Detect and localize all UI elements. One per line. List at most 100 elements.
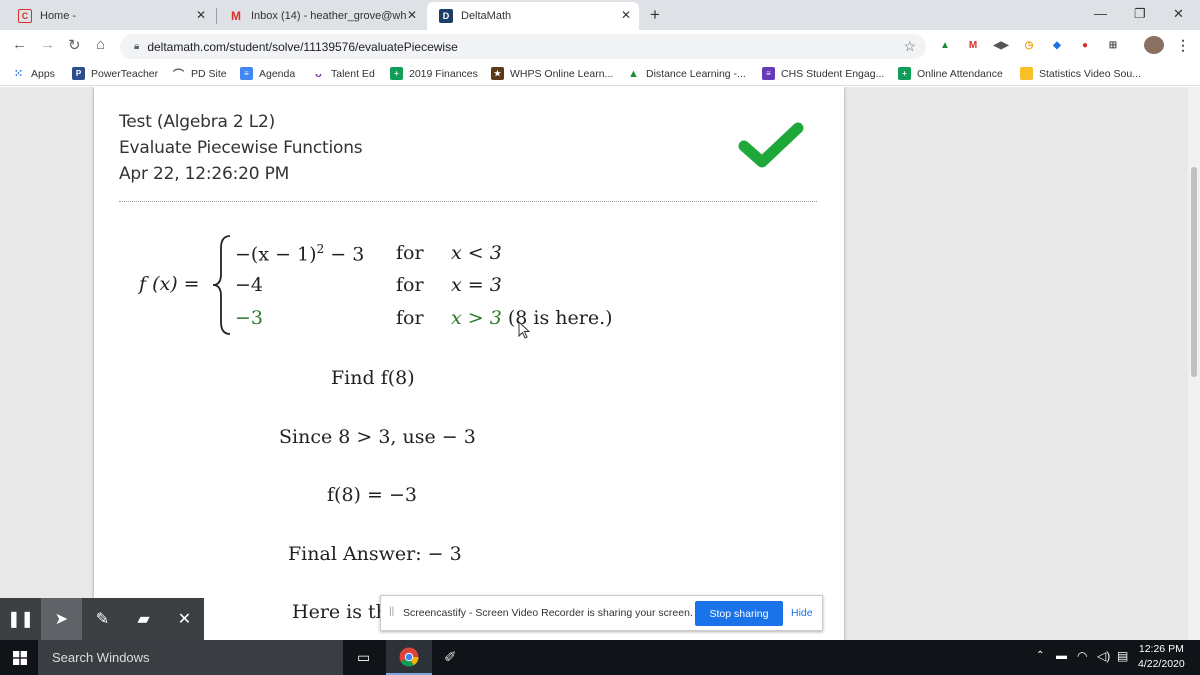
case-3-expression: −3 (235, 307, 264, 329)
page-scrollbar[interactable] (1188, 87, 1200, 640)
whps-icon: ★ (491, 67, 504, 80)
final-answer: Final Answer: − 3 (288, 543, 462, 565)
timestamp: Apr 22, 12:26:20 PM (119, 164, 290, 184)
close-icon[interactable]: ✕ (164, 598, 205, 640)
case-3-for: for (396, 307, 424, 329)
bookmark-star-icon[interactable]: ☆ (903, 38, 916, 55)
powerteacher-icon: P (72, 67, 85, 80)
bookmark-online-attendance[interactable]: + Online Attendance (898, 67, 1003, 80)
pause-icon[interactable]: ❚❚ (0, 598, 41, 640)
clock-date: 4/22/2020 (1138, 658, 1185, 670)
tab-inbox[interactable]: M Inbox (14) - heather_grove@whp ✕ (217, 2, 425, 30)
menu-icon[interactable]: ⋮ (1176, 37, 1190, 53)
record-extension-icon[interactable]: ● (1078, 38, 1092, 52)
grid-extension-icon[interactable]: ⊞ (1106, 38, 1120, 52)
bookmarks-bar: ⁙ Apps P PowerTeacher ⌒ PD Site ≡ Agenda ᴗ Ta… (0, 62, 1200, 86)
windows-start-icon[interactable] (13, 651, 27, 665)
apps-icon: ⁙ (13, 68, 24, 80)
bookmark-label: Distance Learning -... (646, 67, 746, 80)
talent-ed-icon: ᴗ (315, 67, 322, 80)
bookmark-powerteacher[interactable]: P PowerTeacher (72, 67, 158, 80)
case-1-condition: x < 3 (451, 242, 502, 264)
close-icon[interactable]: ✕ (196, 8, 206, 22)
clock-extension-icon[interactable]: ◷ (1022, 38, 1036, 52)
case-1-expression: −(x − 1)2 − 3 (235, 242, 365, 266)
diamond-extension-icon[interactable]: ◆ (1050, 38, 1064, 52)
tab-home[interactable]: C Home - ✕ (6, 2, 214, 30)
tab-deltamath[interactable]: D DeltaMath ✕ (427, 2, 639, 30)
case-2-condition: x = 3 (451, 274, 502, 296)
back-icon[interactable]: ← (12, 36, 27, 53)
url-text: deltamath.com/student/solve/11139576/eva… (147, 39, 458, 54)
hide-button[interactable]: Hide (791, 607, 813, 619)
home-icon[interactable]: ⌂ (96, 36, 105, 53)
windows-taskbar: Search Windows ▭ ✐ ⌃ ▬ ◠ ◁) ▤ 12:26 PM 4… (0, 640, 1200, 675)
case-2-expression: −4 (235, 274, 264, 296)
topic-title: Evaluate Piecewise Functions (119, 138, 363, 158)
battery-icon[interactable]: ▬ (1056, 650, 1067, 662)
bookmark-label: CHS Student Engag... (781, 67, 885, 80)
bookmark-statistics[interactable]: Statistics Video Sou... (1020, 67, 1141, 80)
deltamath-icon: D (439, 9, 453, 23)
restore-icon[interactable]: ❐ (1134, 6, 1146, 22)
screencastify-toolbar: ❚❚ ➤ ✎ ▰ ✕ (0, 598, 204, 640)
minimize-icon[interactable]: — (1094, 6, 1107, 21)
bookmark-agenda[interactable]: ≡ Agenda (240, 67, 295, 80)
bookmark-label: Talent Ed (331, 67, 375, 80)
scrollbar-thumb[interactable] (1191, 167, 1197, 377)
forms-icon: ≡ (762, 67, 775, 80)
solution-card: Test (Algebra 2 L2) Evaluate Piecewise F… (94, 87, 844, 640)
gmail-icon[interactable]: M (966, 38, 980, 52)
taskbar-search[interactable]: Search Windows (38, 640, 343, 675)
docs-icon: ≡ (240, 67, 253, 80)
stop-sharing-button[interactable]: Stop sharing (695, 601, 783, 626)
bookmark-label: Apps (31, 67, 55, 80)
volume-icon[interactable]: ◁) (1097, 649, 1110, 663)
close-window-icon[interactable]: ✕ (1173, 6, 1184, 22)
bookmark-chs-student[interactable]: ≡ CHS Student Engag... (762, 67, 884, 80)
address-bar[interactable]: 🔒︎ deltamath.com/student/solve/11139576/… (120, 34, 926, 59)
tab-title: DeltaMath (461, 10, 512, 22)
drag-handle-icon[interactable]: || (389, 606, 394, 617)
close-icon[interactable]: ✕ (621, 8, 631, 22)
drive-icon: ▲ (628, 67, 639, 80)
pointer-icon[interactable]: ➤ (41, 598, 82, 640)
bookmark-label: Online Attendance (917, 67, 1003, 80)
search-placeholder: Search Windows (52, 650, 150, 665)
share-message: Screencastify - Screen Video Recorder is… (403, 607, 693, 619)
bookmark-apps[interactable]: ⁙ Apps (12, 67, 55, 81)
folder-icon (1020, 67, 1033, 80)
paint-icon[interactable]: ✐ (444, 648, 457, 666)
audio-extension-icon[interactable]: ◀▶ (993, 38, 1008, 52)
result-step: f(8) = −3 (327, 484, 417, 506)
notification-icon[interactable]: ▤ (1117, 649, 1128, 663)
close-icon[interactable]: ✕ (407, 8, 417, 22)
bookmark-talent-ed[interactable]: ᴗ Talent Ed (312, 67, 375, 80)
find-prompt: Find f(8) (331, 367, 415, 389)
drive-icon[interactable]: ▲ (938, 38, 952, 52)
bookmark-2019-finances[interactable]: +2019 Finances (390, 67, 478, 80)
bookmark-whps[interactable]: ★ WHPS Online Learn... (491, 67, 613, 80)
profile-avatar[interactable] (1144, 36, 1164, 54)
chrome-icon (399, 647, 419, 667)
bookmark-pd-site[interactable]: ⌒ PD Site (172, 67, 227, 81)
bookmark-distance-learning[interactable]: ▲ Distance Learning -... (627, 67, 746, 80)
case-2-for: for (396, 274, 424, 296)
gmail-icon: M (231, 9, 241, 23)
chrome-taskbar-button[interactable] (386, 640, 432, 675)
task-view-icon[interactable]: ▭ (357, 649, 370, 666)
eraser-icon[interactable]: ▰ (123, 598, 164, 640)
bookmark-label: Agenda (259, 67, 296, 80)
bookmark-label: 2019 Finances (409, 67, 478, 80)
new-tab-button[interactable]: + (650, 5, 660, 25)
taskbar-clock[interactable]: 12:26 PM 4/22/2020 (1138, 642, 1185, 672)
lock-icon: 🔒︎ (134, 41, 140, 52)
reload-icon[interactable]: ↻ (68, 36, 81, 54)
pen-icon[interactable]: ✎ (82, 598, 123, 640)
function-label: f (x) = (139, 273, 200, 295)
forward-icon[interactable]: → (40, 36, 55, 53)
chevron-up-icon[interactable]: ⌃ (1036, 650, 1044, 661)
bookmark-label: WHPS Online Learn... (510, 67, 614, 80)
wifi-icon[interactable]: ◠ (1077, 649, 1087, 663)
mouse-cursor-icon (518, 321, 530, 339)
